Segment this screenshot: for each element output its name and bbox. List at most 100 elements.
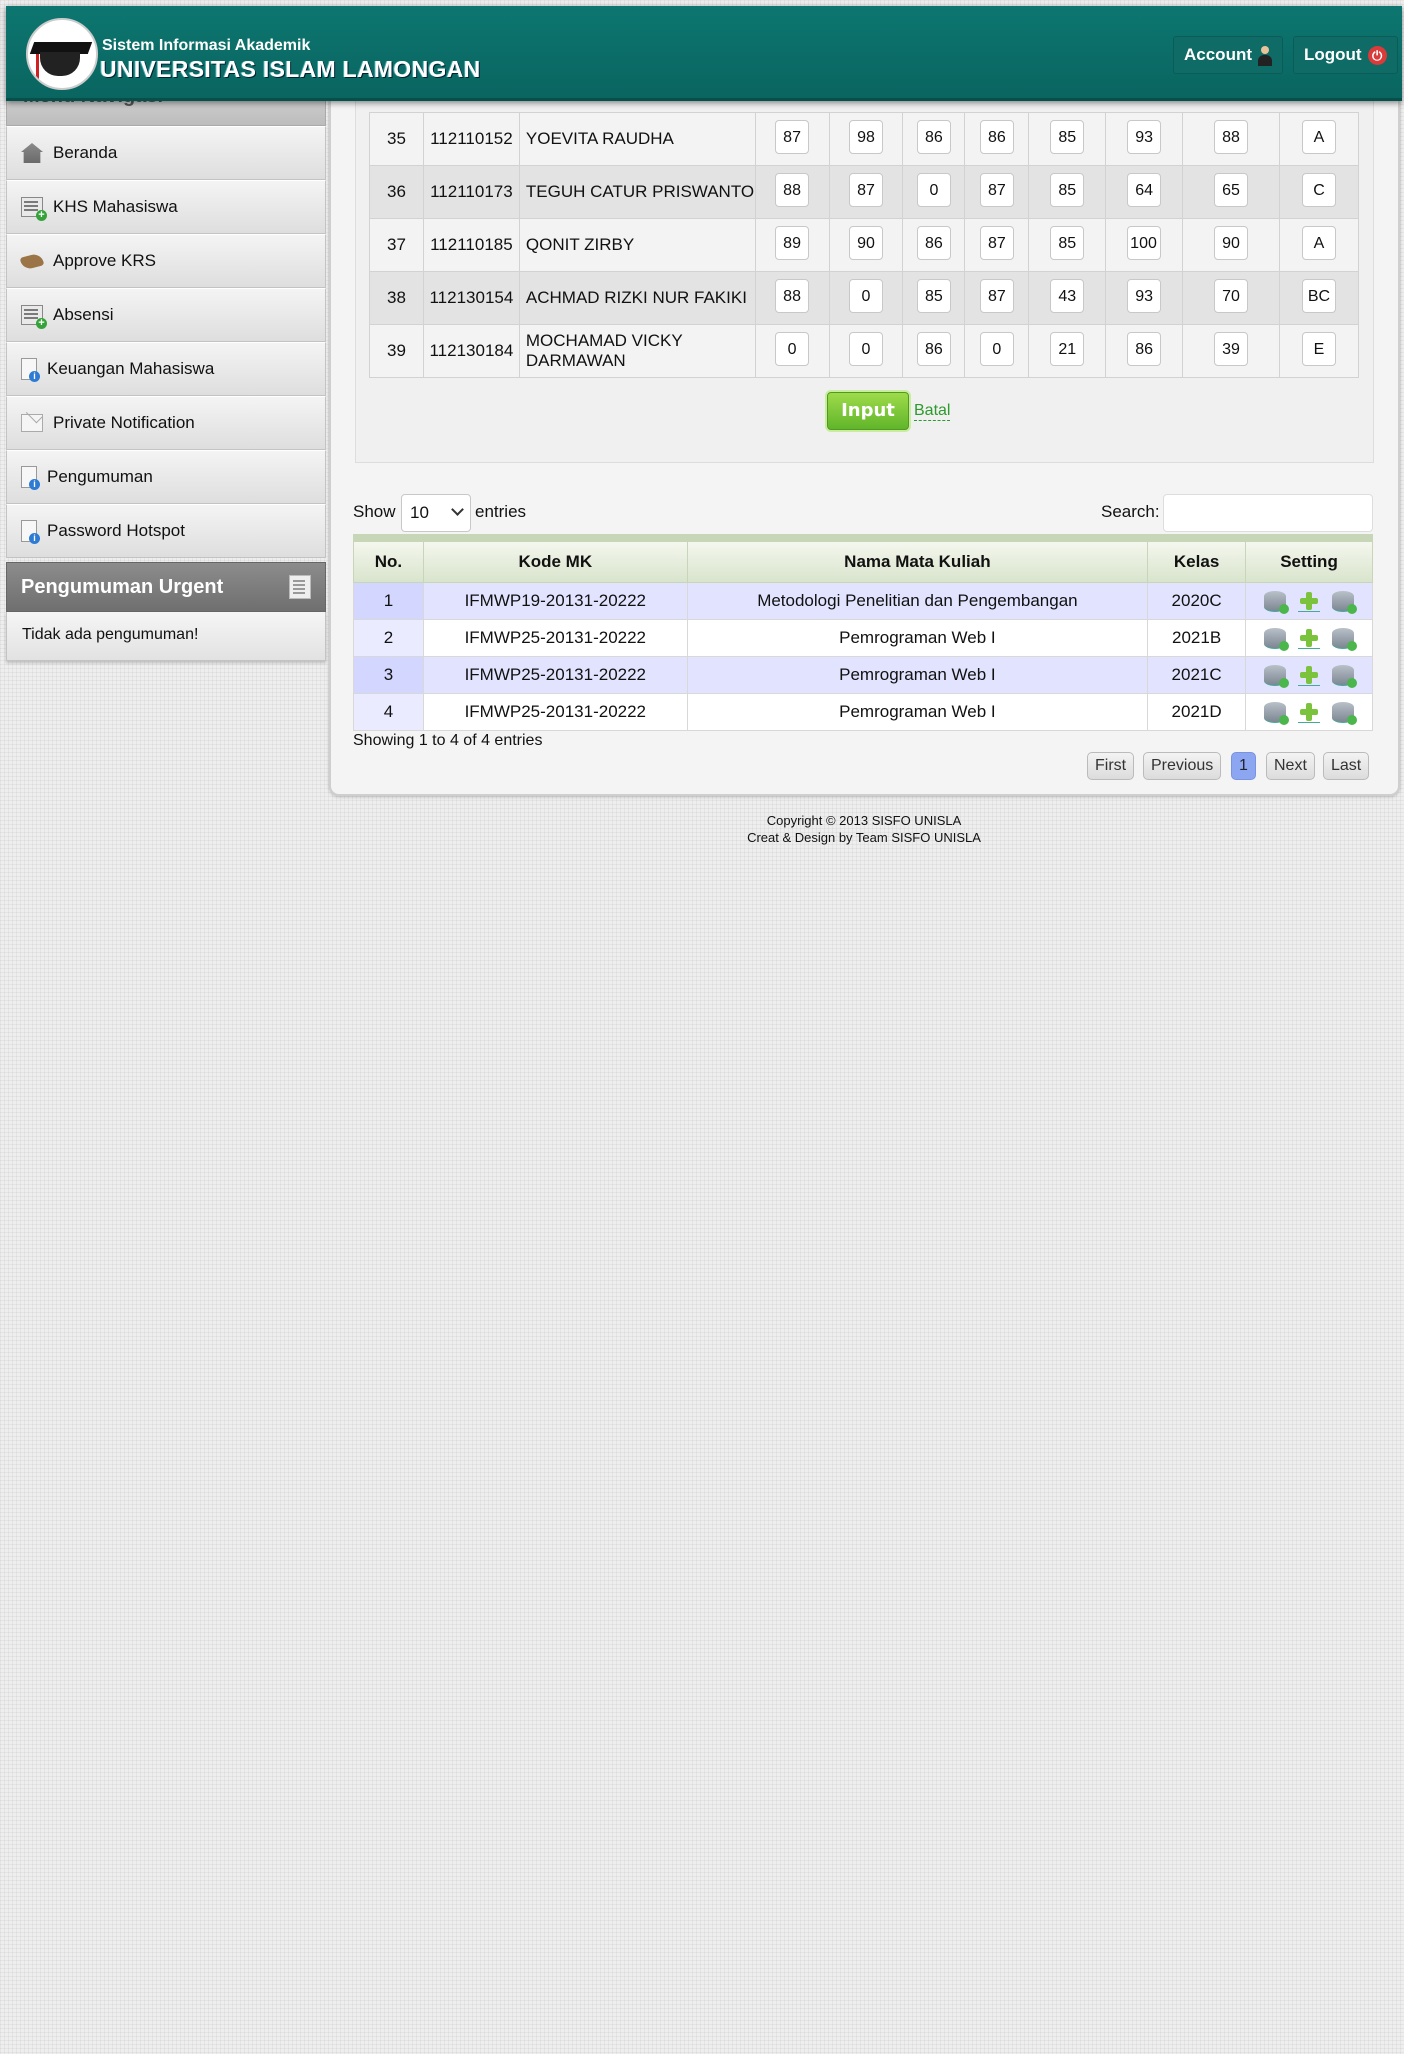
score-field[interactable]: 85	[1050, 172, 1085, 207]
database-edit-icon[interactable]	[1264, 627, 1290, 651]
pagination-current-page[interactable]: 1	[1231, 752, 1256, 780]
score-field[interactable]: 39	[1214, 331, 1249, 366]
database-add-icon[interactable]	[1332, 701, 1358, 725]
column-header-nama-mata-kuliah[interactable]: Nama Mata Kuliah	[686, 534, 1149, 583]
pagination-last[interactable]: Last	[1323, 752, 1370, 780]
score-field[interactable]: 64	[1127, 172, 1162, 207]
score-field[interactable]: 88	[775, 172, 810, 207]
account-label: Account	[1184, 45, 1252, 64]
score-field[interactable]: 90	[848, 225, 883, 260]
score-field[interactable]: 85	[916, 278, 951, 313]
pagination-next[interactable]: Next	[1266, 752, 1315, 780]
search-input[interactable]	[1163, 494, 1373, 532]
score-field[interactable]: 86	[916, 119, 951, 154]
score-field[interactable]: 21	[1050, 331, 1085, 366]
add-icon[interactable]	[1298, 591, 1321, 612]
search-label: Search:	[1101, 502, 1160, 521]
account-button[interactable]: Account	[1173, 36, 1283, 74]
score-field[interactable]: 86	[916, 331, 951, 366]
row-number: 35	[369, 112, 424, 166]
document-info-icon	[21, 520, 40, 544]
logout-button[interactable]: Logout ⏻	[1293, 36, 1398, 74]
score-field[interactable]: 87	[979, 278, 1014, 313]
score-field[interactable]: 93	[1127, 278, 1162, 313]
sidebar-item-absensi[interactable]: Absensi	[6, 288, 326, 342]
sidebar-item-private-notification[interactable]: Private Notification	[6, 396, 326, 450]
add-icon[interactable]	[1298, 628, 1321, 649]
score-field[interactable]: 0	[775, 331, 810, 366]
score-field[interactable]: 0	[848, 331, 883, 366]
setting-cell	[1245, 693, 1373, 731]
database-edit-icon[interactable]	[1264, 590, 1290, 614]
database-edit-icon[interactable]	[1264, 701, 1290, 725]
score-cell: 21	[1028, 324, 1107, 378]
score-field[interactable]: 86	[1127, 331, 1162, 366]
database-add-icon[interactable]	[1332, 627, 1358, 651]
score-cell: 88	[754, 271, 830, 325]
add-icon[interactable]	[1298, 702, 1321, 723]
score-cell: 39	[1182, 324, 1280, 378]
database-edit-icon[interactable]	[1264, 664, 1290, 688]
cancel-link[interactable]: Batal	[914, 402, 951, 421]
grade-input-panel: 35 112110152 YOEVITA RAUDHA 87 98 86 86 85 93 88 A…	[355, 82, 1374, 463]
header-subtitle: Sistem Informasi Akademik	[102, 37, 311, 54]
sidebar-item-pengumuman[interactable]: Pengumuman	[6, 450, 326, 504]
grade-letter-field[interactable]: C	[1302, 172, 1336, 207]
score-field[interactable]: 87	[979, 172, 1014, 207]
score-field[interactable]: 86	[916, 225, 951, 260]
urgent-announcement-body: Tidak ada pengumuman!	[6, 612, 326, 661]
course-code: IFMWP25-20131-20222	[422, 693, 688, 731]
student-nim: 112110185	[422, 218, 520, 272]
grade-letter-field[interactable]: A	[1302, 225, 1336, 260]
pagination-previous[interactable]: Previous	[1143, 752, 1222, 780]
score-field[interactable]: 0	[916, 172, 951, 207]
score-field[interactable]: 85	[1050, 119, 1085, 154]
sidebar-item-beranda[interactable]: Beranda	[6, 126, 326, 180]
column-header-kelas[interactable]: Kelas	[1147, 534, 1247, 583]
score-field[interactable]: 90	[1214, 225, 1249, 260]
score-field[interactable]: 89	[775, 225, 810, 260]
score-cell: 85	[1028, 112, 1107, 166]
column-header-kode-mk[interactable]: Kode MK	[422, 534, 688, 583]
sidebar-item-khs-mahasiswa[interactable]: KHS Mahasiswa	[6, 180, 326, 234]
score-cell: 0	[964, 324, 1030, 378]
input-button[interactable]: Input	[827, 392, 909, 430]
grade-letter-field[interactable]: E	[1302, 331, 1336, 366]
page-size-select[interactable]: 10	[401, 494, 471, 532]
score-field[interactable]: 43	[1050, 278, 1085, 313]
score-field[interactable]: 87	[775, 119, 810, 154]
score-field[interactable]: 100	[1127, 225, 1162, 260]
score-cell: 87	[964, 218, 1030, 272]
course-name: Pemrograman Web I	[686, 693, 1149, 731]
database-add-icon[interactable]	[1332, 664, 1358, 688]
class-name: 2021C	[1147, 656, 1247, 694]
score-field[interactable]: 87	[848, 172, 883, 207]
score-field[interactable]: 85	[1050, 225, 1085, 260]
sidebar-item-keuangan-mahasiswa[interactable]: Keuangan Mahasiswa	[6, 342, 326, 396]
sidebar-item-label: Keuangan Mahasiswa	[47, 359, 215, 378]
score-field[interactable]: 65	[1214, 172, 1249, 207]
database-add-icon[interactable]	[1332, 590, 1358, 614]
score-field[interactable]: 0	[848, 278, 883, 313]
score-cell: 85	[902, 271, 966, 325]
add-icon[interactable]	[1298, 665, 1321, 686]
grade-letter-field[interactable]: BC	[1302, 278, 1336, 313]
score-field[interactable]: 88	[1214, 119, 1249, 154]
column-header-no[interactable]: No.	[353, 534, 424, 583]
grade-row: 38 112130154 ACHMAD RIZKI NUR FAKIKI 88 0 85 8…	[369, 271, 1359, 325]
score-field[interactable]: 86	[979, 119, 1014, 154]
score-field[interactable]: 98	[848, 119, 883, 154]
score-cell: 85	[1028, 218, 1107, 272]
score-field[interactable]: 87	[979, 225, 1014, 260]
grade-letter-field[interactable]: A	[1302, 119, 1336, 154]
sidebar-item-password-hotspot[interactable]: Password Hotspot	[6, 504, 326, 558]
sidebar-item-approve-krs[interactable]: Approve KRS	[6, 234, 326, 288]
score-field[interactable]: 0	[979, 331, 1014, 366]
score-field[interactable]: 88	[775, 278, 810, 313]
pagination-first[interactable]: First	[1087, 752, 1135, 780]
score-field[interactable]: 93	[1127, 119, 1162, 154]
score-cell: E	[1279, 324, 1359, 378]
score-cell: 93	[1105, 271, 1184, 325]
score-field[interactable]: 70	[1214, 278, 1249, 313]
column-header-setting: Setting	[1245, 534, 1373, 583]
